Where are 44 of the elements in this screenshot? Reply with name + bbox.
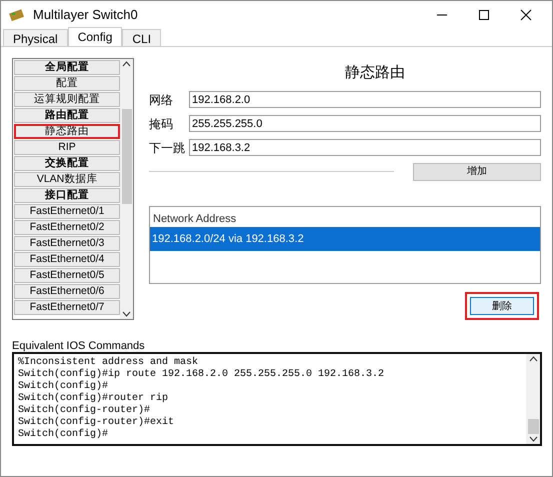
input-field[interactable]: 192.168.3.2	[189, 139, 541, 156]
menu-item[interactable]: VLAN数据库	[14, 172, 120, 187]
scroll-up-icon[interactable]	[528, 354, 538, 364]
menu-item[interactable]: FastEthernet0/1	[14, 204, 120, 219]
scrollbar-thumb[interactable]	[122, 109, 132, 204]
menu-item[interactable]: RIP	[14, 140, 120, 155]
add-button[interactable]: 增加	[413, 162, 541, 180]
column-header: Network Address	[152, 212, 238, 226]
scrollbar[interactable]	[526, 354, 540, 444]
window-title: Multilayer Switch0	[33, 6, 138, 24]
tab[interactable]: CLI	[122, 29, 162, 46]
menu-item[interactable]: FastEthernet0/2	[14, 220, 120, 235]
panel-title: 静态路由	[344, 63, 406, 83]
menu-item[interactable]: FastEthernet0/4	[14, 252, 120, 267]
scrollbar[interactable]	[120, 59, 133, 319]
menu-item[interactable]: FastEthernet0/5	[14, 268, 120, 283]
field-label: 掩码	[149, 116, 174, 132]
maximize-icon[interactable]	[478, 9, 490, 21]
close-icon[interactable]	[520, 9, 532, 21]
scroll-down-icon[interactable]	[528, 434, 538, 444]
field-label: 下一跳	[149, 140, 186, 156]
input-field[interactable]: 255.255.255.0	[189, 115, 541, 132]
menu-item[interactable]: 运算规则配置	[14, 92, 120, 107]
scrollbar-thumb[interactable]	[528, 419, 538, 434]
field-label: 网络	[149, 92, 174, 108]
menu-item[interactable]: FastEthernet0/3	[14, 236, 120, 251]
section-header[interactable]: 交换配置	[14, 156, 120, 171]
delete-button[interactable]: 删除	[470, 297, 534, 315]
section-header[interactable]: 接口配置	[14, 188, 120, 203]
input-field[interactable]: 192.168.2.0	[189, 91, 541, 108]
section-label: Equivalent IOS Commands	[12, 340, 146, 352]
menu-item[interactable]: FastEthernet0/6	[14, 284, 120, 299]
command-output: %Inconsistent address and mask Switch(config)#ip route 192.168.2.0 255.255.255.0 192.168.3.2 Switch(config)# Switch(config)#router rip Switch(config-router)# Switch(config-router)#exit Switch(config)#	[17, 356, 386, 442]
scroll-up-icon[interactable]	[122, 59, 132, 69]
switch-icon	[9, 8, 25, 22]
menu-item[interactable]: FastEthernet0/7	[14, 300, 120, 315]
tab[interactable]: Config	[68, 27, 122, 46]
menu-item[interactable]: 配置	[14, 76, 120, 91]
scroll-down-icon[interactable]	[122, 309, 132, 319]
menu-item[interactable]: 静态路由	[14, 124, 120, 139]
tab[interactable]: Physical	[3, 29, 68, 46]
route-row[interactable]: 192.168.2.0/24 via 192.168.3.2	[150, 226, 540, 250]
section-header[interactable]: 路由配置	[14, 108, 120, 123]
section-header[interactable]: 全局配置	[14, 60, 120, 75]
